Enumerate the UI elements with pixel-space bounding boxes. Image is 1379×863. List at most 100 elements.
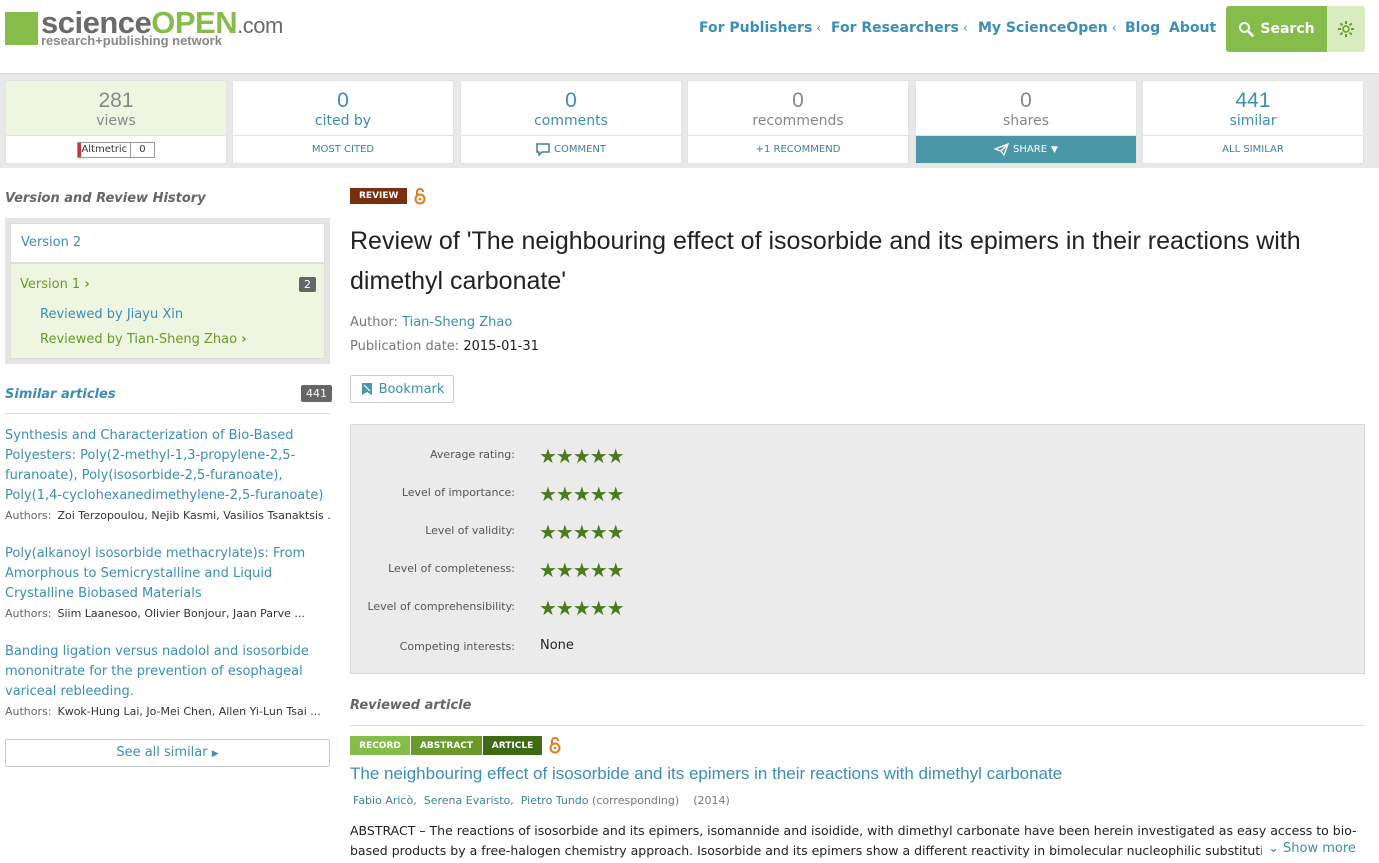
bookmark-icon <box>361 383 372 395</box>
stat-value: 281 <box>98 89 134 112</box>
bookmark-button[interactable]: Bookmark <box>350 375 454 403</box>
caret-down-icon: ▼ <box>1051 144 1058 155</box>
version-1-panel: Version 1 › 2 Reviewed by Jiayu Xin Revi… <box>10 263 325 359</box>
chevron-left-icon: ‹ <box>816 21 822 35</box>
rating-label: Level of comprehensibility: <box>367 600 515 613</box>
see-all-similar-button[interactable]: See all similar ▶ <box>5 739 330 767</box>
nav-my-scienceopen[interactable]: My ScienceOpen ‹ <box>978 20 1117 36</box>
version-history-panel: Version 2 Version 1 › 2 Reviewed by Jiay… <box>5 218 330 364</box>
author-link[interactable]: Fabio Aricò <box>353 794 413 807</box>
rating-row: Level of validity: ★★★★★ <box>351 520 1364 544</box>
stat-label: views <box>96 113 136 129</box>
nav-for-researchers[interactable]: For Researchers ‹ <box>831 20 968 36</box>
star-rating: ★★★★★ <box>539 444 625 468</box>
altmetric-score: 0 <box>139 144 146 155</box>
recommend-button[interactable]: +1 RECOMMEND <box>688 135 908 163</box>
stat-value: 441 <box>1235 89 1271 112</box>
similar-article-item: Synthesis and Characterization of Bio-Ba… <box>5 426 330 522</box>
divider <box>5 413 330 414</box>
author-link[interactable]: Tian-Sheng Zhao <box>402 315 512 330</box>
tag-record[interactable]: RECORD <box>350 736 410 755</box>
altmetric-badge[interactable]: Altmetric 0 <box>6 135 226 163</box>
review-badge: REVIEW <box>350 188 408 204</box>
comment-label: COMMENT <box>553 144 607 155</box>
similar-article-item: Poly(alkanoyl isosorbide methacrylate)s:… <box>5 544 330 620</box>
reviewed-article-authors: Fabio Aricò, Serena Evaristo, Pietro Tun… <box>353 794 730 807</box>
gear-icon <box>1338 21 1354 37</box>
tag-article[interactable]: ARTICLE <box>483 736 542 755</box>
chevron-left-icon: ‹ <box>962 21 968 35</box>
tag-abstract[interactable]: ABSTRACT <box>411 736 482 755</box>
similar-article-title[interactable]: Poly(alkanoyl isosorbide methacrylate)s:… <box>5 544 330 604</box>
competing-interests-label: Competing interests: <box>399 640 515 653</box>
author-line: Author: Tian-Sheng Zhao <box>350 315 513 330</box>
stat-value: 0 <box>1020 89 1032 112</box>
stat-label: shares <box>1002 113 1050 129</box>
abstract-text: ABSTRACT – The reactions of isosorbide a… <box>350 823 1357 858</box>
similar-article-authors: Authors: Siim Laanesoo, Olivier Bonjour, … <box>5 607 305 620</box>
stat-shares: 0 shares SHARE ▼ <box>915 80 1137 164</box>
similar-article-title[interactable]: Banding ligation versus nadolol and isos… <box>5 642 330 702</box>
show-more-link[interactable]: ⌄ Show more <box>1262 841 1356 856</box>
paper-plane-icon <box>994 143 1010 156</box>
author-link[interactable]: Pietro Tundo <box>521 794 589 807</box>
stat-comments: 0 comments COMMENT <box>460 80 682 164</box>
rating-label: Average rating: <box>430 448 515 461</box>
similar-article-title[interactable]: Synthesis and Characterization of Bio-Ba… <box>5 426 330 506</box>
rating-row: Level of completeness: ★★★★★ <box>351 558 1364 582</box>
search-button[interactable]: Search <box>1226 6 1327 52</box>
comment-icon <box>536 143 550 156</box>
nav-blog[interactable]: Blog <box>1125 20 1160 36</box>
stat-views: 281 views Altmetric 0 <box>5 80 227 164</box>
rating-label: Level of completeness: <box>388 562 515 575</box>
comment-button[interactable]: COMMENT <box>461 135 681 163</box>
rating-row: Average rating: ★★★★★ <box>351 444 1364 468</box>
share-button[interactable]: SHARE ▼ <box>916 135 1136 163</box>
rating-label: Level of validity: <box>425 524 515 537</box>
chevron-right-icon: › <box>84 277 90 292</box>
open-access-icon <box>549 736 561 758</box>
stat-label: cited by <box>314 113 372 129</box>
competing-interests-row: Competing interests: None <box>351 636 1364 660</box>
ratings-panel: Average rating: ★★★★★ Level of importanc… <box>350 424 1365 674</box>
all-similar-button[interactable]: ALL SIMILAR <box>1143 135 1363 163</box>
settings-button[interactable] <box>1327 6 1365 52</box>
version-2-link[interactable]: Version 2 <box>10 223 325 263</box>
nav-about[interactable]: About <box>1169 20 1216 36</box>
site-header: scienceOPEN.com research+publishing netw… <box>0 0 1379 74</box>
stat-similar: 441 similar ALL SIMILAR <box>1142 80 1364 164</box>
publication-date: 2015-01-31 <box>463 339 539 354</box>
rating-label: Level of importance: <box>401 486 515 499</box>
share-label: SHARE <box>1013 144 1048 155</box>
search-label: Search <box>1260 21 1315 37</box>
author-link[interactable]: Serena Evaristo <box>424 794 511 807</box>
open-access-icon <box>414 187 426 209</box>
most-cited-button[interactable]: MOST CITED <box>233 135 453 163</box>
star-rating: ★★★★★ <box>539 482 625 506</box>
stat-label: similar <box>1229 113 1277 129</box>
similar-articles-title[interactable]: Similar articles <box>5 387 116 402</box>
version-1-link[interactable]: Version 1 › <box>20 277 90 292</box>
version-1-review-count: 2 <box>299 277 316 292</box>
star-rating: ★★★★★ <box>539 520 625 544</box>
caret-right-icon: ▶ <box>211 749 219 759</box>
altmetric-label: Altmetric <box>78 142 132 157</box>
divider <box>350 725 1365 726</box>
stat-label: comments <box>534 113 608 129</box>
similar-article-authors: Authors: Kwok-Hung Lai, Jo-Mei Chen, Alle… <box>5 705 321 718</box>
similar-count-badge: 441 <box>301 385 332 402</box>
stat-label: recommends <box>752 113 844 129</box>
nav-for-publishers[interactable]: For Publishers ‹ <box>699 20 821 36</box>
reviewed-article-link[interactable]: The neighbouring effect of isosorbide an… <box>350 764 1062 784</box>
rating-row: Level of importance: ★★★★★ <box>351 482 1364 506</box>
similar-article-authors: Authors: Zoi Terzopoulou, Nejib Kasmi, Va… <box>5 509 330 522</box>
competing-interests-value: None <box>540 638 574 653</box>
reviewed-article-title: Reviewed article <box>350 698 472 713</box>
search-icon <box>1239 22 1255 37</box>
logo-square <box>5 12 38 45</box>
chevron-left-icon: ‹ <box>1111 21 1117 35</box>
review-link-tian-sheng-zhao[interactable]: Reviewed by Tian-Sheng Zhao › <box>40 332 247 347</box>
stat-value: 0 <box>565 89 577 112</box>
rating-row: Level of comprehensibility: ★★★★★ <box>351 596 1364 620</box>
review-link-jiayu-xin[interactable]: Reviewed by Jiayu Xin <box>40 307 183 322</box>
